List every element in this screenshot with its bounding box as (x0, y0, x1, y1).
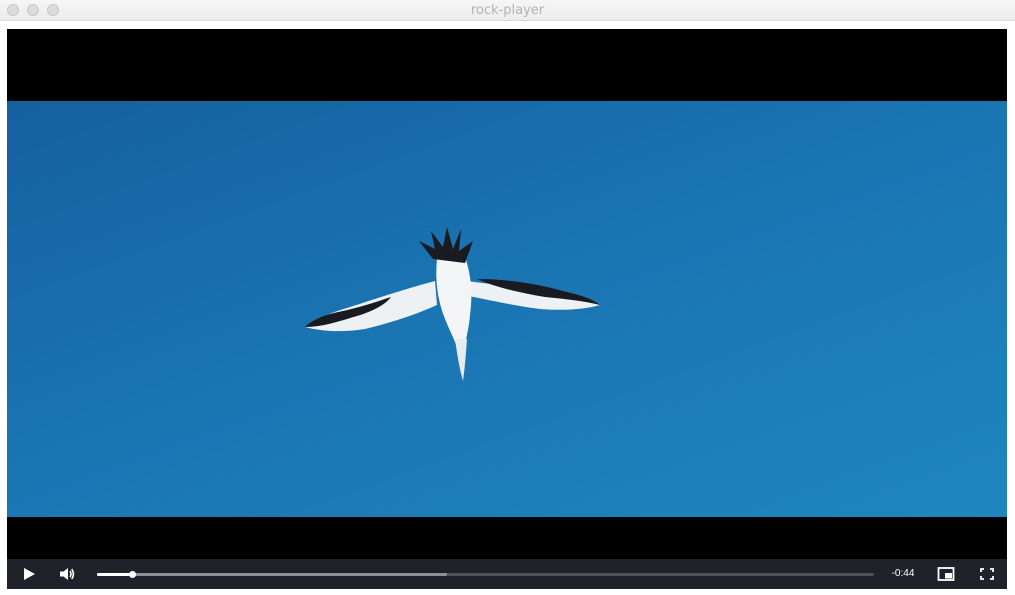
play-button[interactable] (20, 566, 38, 582)
time-remaining: -0:44 (891, 568, 915, 579)
picture-in-picture-button[interactable] (937, 566, 955, 582)
bird-icon (305, 227, 600, 381)
video-player[interactable]: -0:44 (7, 29, 1007, 589)
window-title: rock-player (470, 3, 545, 18)
video-frame[interactable] (7, 101, 1007, 517)
progress-played (97, 573, 132, 576)
title-bar: rock-player (0, 0, 1015, 21)
fullscreen-button[interactable] (978, 566, 996, 582)
progress-bar[interactable] (97, 571, 874, 578)
progress-handle[interactable] (128, 571, 136, 578)
player-controls: -0:44 (7, 559, 1007, 589)
progress-buffered (97, 573, 447, 576)
volume-button[interactable] (58, 566, 76, 582)
